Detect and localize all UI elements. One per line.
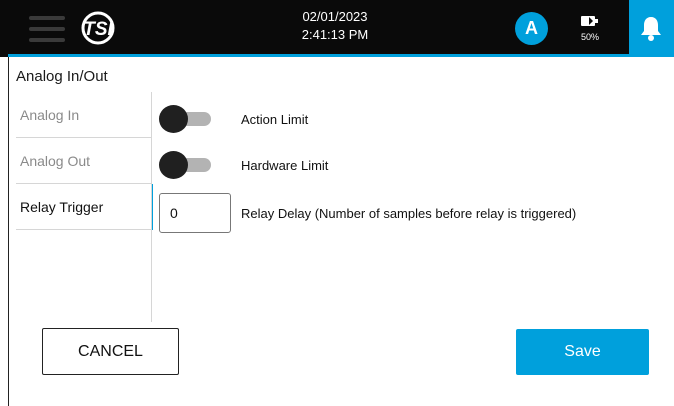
tsi-logo: TSI [74,10,122,46]
top-bar-accent [8,54,674,57]
sidebar-item-analog-out[interactable]: Analog Out [16,138,152,184]
save-button[interactable]: Save [516,329,649,375]
time-text: 2:41:13 PM [301,27,369,42]
battery-icon [581,16,598,26]
sidebar-divider [151,92,152,322]
sidebar: Analog In Analog Out Relay Trigger [16,92,153,230]
logo-text: TSI [83,19,113,40]
frame-border [8,57,9,406]
relay-delay-input[interactable] [159,193,231,233]
sidebar-item-relay-trigger[interactable]: Relay Trigger [16,184,153,230]
hardware-limit-label: Hardware Limit [241,158,329,173]
notifications-button[interactable] [629,0,674,57]
cancel-button[interactable]: CANCEL [42,328,179,375]
page-title: Analog In/Out [16,68,108,85]
date-text: 02/01/2023 [302,9,368,24]
avatar[interactable]: A [515,12,548,45]
hardware-limit-toggle[interactable] [159,151,211,179]
battery-status: 50% [575,14,605,48]
action-limit-label: Action Limit [241,112,309,127]
menu-icon[interactable] [29,16,65,42]
datetime: 02/01/2023 2:41:13 PM [280,8,390,44]
top-bar: TSI 02/01/2023 2:41:13 PM A 50% [0,0,674,57]
battery-level: 50% [580,32,599,42]
sidebar-item-analog-in[interactable]: Analog In [16,92,152,138]
relay-delay-label: Relay Delay (Number of samples before re… [241,206,577,221]
bell-icon [641,17,661,41]
action-limit-toggle[interactable] [159,105,211,133]
